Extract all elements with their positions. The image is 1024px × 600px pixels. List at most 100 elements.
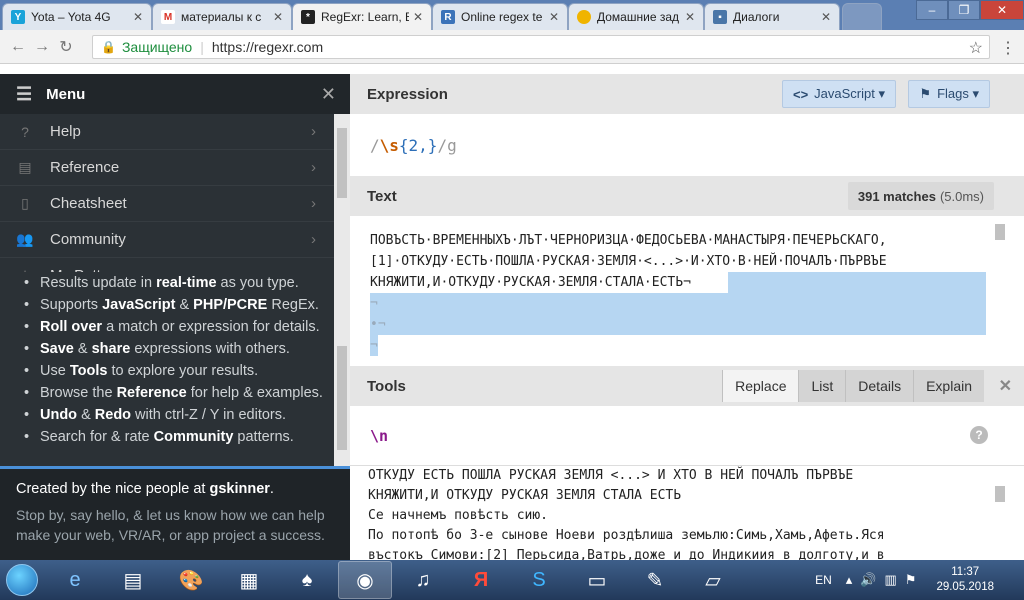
folder-icon[interactable]: ▭: [570, 561, 624, 599]
tab-explain[interactable]: Explain: [913, 370, 984, 402]
close-tab-icon[interactable]: ✕: [273, 10, 283, 24]
scrollbar-thumb[interactable]: [995, 224, 1005, 240]
browser-tab-regex101[interactable]: R Online regex te ✕: [432, 3, 568, 30]
network-icon[interactable]: ▥: [884, 572, 896, 588]
menu-scrollbar[interactable]: [334, 114, 350, 272]
close-menu-icon[interactable]: ✕: [321, 84, 336, 105]
browser-menu-icon[interactable]: ⋮: [1000, 38, 1016, 58]
ie-icon[interactable]: e: [48, 561, 102, 599]
taskbar: e ▤ 🎨 ▦ ♠ ◉ ♫ Я S ▭ ✎ ▱ EN ▴ 🔊 ▥ ⚑ 11:37…: [0, 560, 1024, 600]
forward-icon[interactable]: →: [30, 38, 54, 56]
flags-button[interactable]: ⚑ Flags ▾: [908, 80, 990, 108]
windows-orb-icon: [6, 564, 38, 596]
sidebar-item-label: Community: [50, 231, 126, 248]
browser-tab-gmail[interactable]: M материалы к с ✕: [152, 3, 292, 30]
new-tab-button[interactable]: [842, 3, 882, 30]
music-icon[interactable]: ♫: [396, 561, 450, 599]
sidebar-item-label: Help: [50, 123, 81, 140]
hamburger-icon[interactable]: ☰: [16, 84, 32, 105]
result-scrollbar[interactable]: [994, 486, 1006, 560]
close-tools-icon[interactable]: ✕: [999, 376, 1012, 396]
scrollbar-thumb[interactable]: [337, 346, 347, 450]
close-tab-icon[interactable]: ✕: [685, 10, 695, 24]
browser-tab-regexr[interactable]: * RegExr: Learn, B ✕: [292, 3, 432, 30]
sidebar-item-community[interactable]: 👥 Community ›: [0, 222, 334, 258]
matches-badge[interactable]: 391 matches (5.0ms): [847, 182, 994, 210]
note-icon[interactable]: ▱: [686, 561, 740, 599]
close-tab-icon[interactable]: ✕: [413, 10, 423, 24]
tools-tabs: Replace List Details Explain: [722, 370, 984, 402]
tab-replace[interactable]: Replace: [722, 370, 799, 402]
javascript-button[interactable]: <> JavaScript ▾: [781, 80, 896, 108]
close-window-icon[interactable]: ✕: [980, 0, 1024, 20]
help-icon[interactable]: ?: [970, 426, 988, 444]
restore-icon[interactable]: ❐: [948, 0, 980, 20]
menu-title: Menu: [46, 85, 86, 103]
text-input[interactable]: ПОВЪСТЬ·ВРЕМЕННЫХЪ·ЛЪТ·ЧЕРНОРИЗЦА·ФЕДОСЬ…: [350, 216, 1024, 366]
chevron-right-icon: ›: [311, 195, 316, 212]
clock[interactable]: 11:37 29.05.2018: [936, 565, 994, 595]
info-item: Use Tools to explore your results.: [22, 360, 334, 382]
editor-icon[interactable]: ✎: [628, 561, 682, 599]
volume-icon[interactable]: 🔊: [860, 572, 876, 588]
tray-up-icon[interactable]: ▴: [846, 572, 853, 588]
tools-header: Tools Replace List Details Explain ✕: [350, 366, 1024, 406]
tab-list[interactable]: List: [798, 370, 846, 402]
sidebar-item-cheatsheet[interactable]: ▯ Cheatsheet ›: [0, 186, 334, 222]
text-line: [1]·ОТКУДУ·ЕСТЬ·ПОШЛА·РУСКАЯ·ЗЕМЛЯ·<...>…: [370, 254, 887, 269]
result-line: По потопѣ бо 3-е сынове Ноеви роздѣлиша …: [368, 528, 885, 543]
tab-label: RegExr: Learn, B: [321, 10, 409, 24]
yandex-icon[interactable]: Я: [454, 561, 508, 599]
calculator-icon[interactable]: ▦: [222, 561, 276, 599]
close-tab-icon[interactable]: ✕: [549, 10, 559, 24]
sidebar: ☰ Menu ✕ ? Help › ▤ Reference › ▯ Cheats…: [0, 74, 350, 560]
expression-input[interactable]: / \s {2,}/g: [350, 114, 1024, 176]
close-tab-icon[interactable]: ✕: [821, 10, 831, 24]
gmail-icon: M: [161, 10, 175, 24]
skype-icon[interactable]: S: [512, 561, 566, 599]
info-scrollbar[interactable]: [334, 272, 350, 466]
solitaire-icon[interactable]: ♠: [280, 561, 334, 599]
tools-title: Tools: [367, 377, 406, 395]
info-panel: Results update in real-time as you type.…: [0, 272, 334, 466]
language-indicator[interactable]: EN: [815, 573, 832, 587]
text-line: ¬: [370, 338, 378, 353]
gskinner-link[interactable]: gskinner: [209, 481, 269, 497]
address-input[interactable]: 🔒 Защищено | https://regexr.com ☆: [92, 35, 990, 59]
circle-icon: [577, 10, 591, 24]
chat-icon: ▪: [713, 10, 727, 24]
notepad-icon[interactable]: ▤: [106, 561, 160, 599]
book-icon: ▤: [18, 159, 32, 175]
minimize-icon[interactable]: –: [916, 0, 948, 20]
reload-icon[interactable]: ↻: [54, 37, 78, 57]
info-item: Supports JavaScript & PHP/PCRE RegEx.: [22, 294, 334, 316]
browser-tab-homework[interactable]: Домашние зад ✕: [568, 3, 704, 30]
credit-panel: Created by the nice people at gskinner. …: [0, 466, 350, 560]
browser-tab-dialogs[interactable]: ▪ Диалоги ✕: [704, 3, 840, 30]
start-button[interactable]: [0, 560, 44, 600]
tab-details[interactable]: Details: [845, 370, 914, 402]
system-tray: EN ▴ 🔊 ▥ ⚑ 11:37 29.05.2018: [815, 560, 1024, 600]
main-panel: Expression <> JavaScript ▾ ⚑ Flags ▾ / \s {2…: [350, 74, 1024, 560]
sidebar-item-reference[interactable]: ▤ Reference ›: [0, 150, 334, 186]
text-scrollbar[interactable]: [994, 224, 1006, 354]
info-item: Search for & rate Community patterns.: [22, 426, 334, 448]
back-icon[interactable]: ←: [6, 38, 30, 56]
chevron-right-icon: ›: [311, 159, 316, 176]
credit-line: Created by the nice people at gskinner.: [16, 481, 274, 497]
browser-tab-yota[interactable]: Y Yota – Yota 4G ✕: [2, 3, 152, 30]
sidebar-item-help[interactable]: ? Help ›: [0, 114, 334, 150]
info-item: Results update in real-time as you type.: [22, 272, 334, 294]
replace-input[interactable]: \n ?: [350, 406, 1024, 466]
close-tab-icon[interactable]: ✕: [133, 10, 143, 24]
bookmark-star-icon[interactable]: ☆: [969, 38, 983, 58]
info-item: Save & share expressions with others.: [22, 338, 334, 360]
scrollbar-thumb[interactable]: [995, 486, 1005, 502]
result-line: Се начнемъ повѣсть сию.: [368, 508, 549, 523]
flag-icon[interactable]: ⚑: [905, 572, 917, 588]
scrollbar-thumb[interactable]: [337, 128, 347, 198]
regexr-icon: *: [301, 10, 315, 24]
chrome-icon[interactable]: ◉: [338, 561, 392, 599]
sidebar-item-label: Reference: [50, 159, 120, 176]
paint-icon[interactable]: 🎨: [164, 561, 218, 599]
